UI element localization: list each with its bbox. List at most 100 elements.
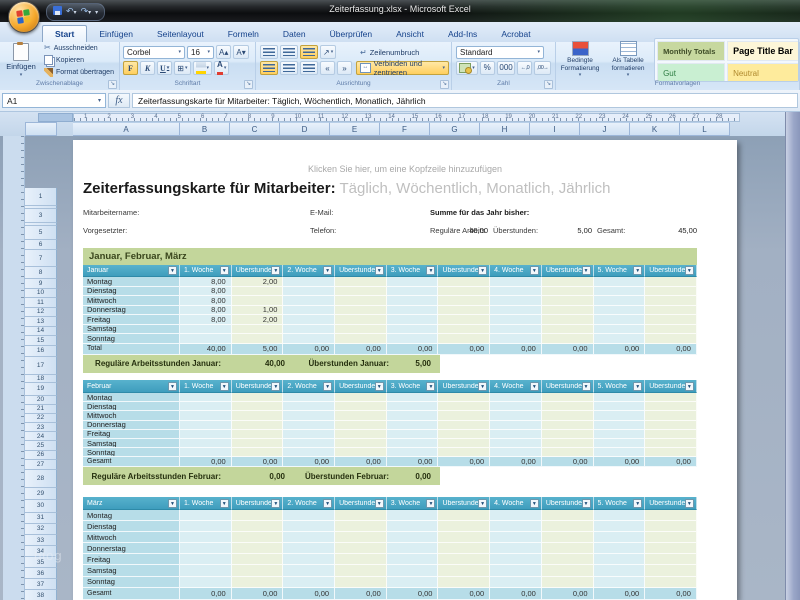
week-column-header[interactable]: Überstunde▼ xyxy=(335,497,387,510)
day-label[interactable]: Montag xyxy=(83,393,180,402)
cell[interactable] xyxy=(180,430,232,439)
filter-dropdown-icon[interactable]: ▼ xyxy=(271,382,280,391)
week-column-header[interactable]: 1. Woche▼ xyxy=(180,497,232,510)
font-size-dropdown-icon[interactable]: ▾ xyxy=(207,49,210,55)
cell[interactable] xyxy=(542,306,594,316)
cell[interactable] xyxy=(438,421,490,430)
cell[interactable]: 2,00 xyxy=(232,277,284,287)
cell[interactable] xyxy=(645,448,697,457)
cell[interactable] xyxy=(594,521,646,532)
total-cell[interactable]: 0,00 xyxy=(335,588,387,600)
week-column-header[interactable]: Überstunde▼ xyxy=(232,380,284,393)
cell[interactable] xyxy=(335,577,387,588)
conditional-formatting-button[interactable]: Bedingte Formatierung▾ xyxy=(556,41,604,79)
row-header-3[interactable]: 3 xyxy=(25,209,57,223)
total-cell[interactable]: 0,00 xyxy=(387,457,439,467)
save-button[interactable] xyxy=(53,5,62,19)
cell[interactable] xyxy=(645,421,697,430)
cell[interactable] xyxy=(283,430,335,439)
sheet-title[interactable]: Zeiterfassungskarte für Mitarbeiter: Täg… xyxy=(83,180,610,197)
week-column-header[interactable]: Überstunde▼ xyxy=(645,380,697,393)
column-header-K[interactable]: K xyxy=(630,122,680,136)
filter-dropdown-icon[interactable]: ▼ xyxy=(426,382,435,391)
cell[interactable] xyxy=(490,334,542,344)
filter-dropdown-icon[interactable]: ▼ xyxy=(582,266,591,275)
total-cell[interactable]: 0,00 xyxy=(283,457,335,467)
cell[interactable] xyxy=(232,325,284,335)
column-header-C[interactable]: C xyxy=(230,122,280,136)
cell[interactable] xyxy=(438,325,490,335)
bold-button[interactable]: F xyxy=(123,61,138,75)
total-cell[interactable]: 0,00 xyxy=(283,588,335,600)
cell[interactable] xyxy=(232,287,284,297)
cell[interactable] xyxy=(438,315,490,325)
cell[interactable] xyxy=(387,325,439,335)
cell[interactable]: 1,00 xyxy=(232,306,284,316)
cell[interactable] xyxy=(335,532,387,543)
cell[interactable] xyxy=(438,448,490,457)
cell[interactable] xyxy=(335,334,387,344)
row-header-32[interactable]: 32 xyxy=(25,524,57,535)
week-column-header[interactable]: Überstunde▼ xyxy=(645,497,697,510)
week-column-header[interactable]: Überstunde▼ xyxy=(335,265,387,277)
font-color-button[interactable]: A▾ xyxy=(214,61,229,75)
cell[interactable] xyxy=(387,287,439,297)
cell[interactable] xyxy=(232,577,284,588)
day-label[interactable]: Mittwoch xyxy=(83,532,180,543)
cell[interactable] xyxy=(180,402,232,411)
header-placeholder[interactable]: Klicken Sie hier, um eine Kopfzeile hinz… xyxy=(73,164,737,174)
day-label[interactable]: Samstag xyxy=(83,325,180,335)
cell[interactable] xyxy=(335,421,387,430)
week-column-header[interactable]: 2. Woche▼ xyxy=(283,380,335,393)
total-label[interactable]: Total xyxy=(83,344,180,355)
undo-button[interactable]: ↶▾ xyxy=(66,4,77,20)
cell[interactable] xyxy=(490,402,542,411)
cell[interactable] xyxy=(335,315,387,325)
name-box-dropdown-icon[interactable]: ▾ xyxy=(98,97,101,104)
row-header-30[interactable]: 30 xyxy=(25,500,57,513)
cell[interactable] xyxy=(490,325,542,335)
row-header-24[interactable]: 24 xyxy=(25,432,57,441)
qat-customize-button[interactable]: ▾ xyxy=(95,9,98,16)
cell[interactable] xyxy=(283,532,335,543)
filter-dropdown-icon[interactable]: ▼ xyxy=(220,499,229,508)
day-label[interactable]: Sonntag xyxy=(83,334,180,344)
percent-button[interactable]: % xyxy=(480,61,495,75)
cell[interactable] xyxy=(542,439,594,448)
cell[interactable] xyxy=(594,439,646,448)
filter-dropdown-icon[interactable]: ▼ xyxy=(220,382,229,391)
cell[interactable] xyxy=(335,411,387,420)
cell[interactable] xyxy=(438,543,490,554)
cell[interactable] xyxy=(490,306,542,316)
week-column-header[interactable]: 5. Woche▼ xyxy=(594,265,646,277)
filter-dropdown-icon[interactable]: ▼ xyxy=(633,266,642,275)
filter-dropdown-icon[interactable]: ▼ xyxy=(168,266,177,275)
font-name-select[interactable]: Corbel▾ xyxy=(123,46,185,59)
column-header-I[interactable]: I xyxy=(530,122,580,136)
total-cell[interactable]: 0,00 xyxy=(594,588,646,600)
cell[interactable] xyxy=(232,554,284,565)
tab-daten[interactable]: Daten xyxy=(271,26,318,42)
week-column-header[interactable]: Überstunde▼ xyxy=(542,497,594,510)
cell[interactable] xyxy=(283,421,335,430)
filter-dropdown-icon[interactable]: ▼ xyxy=(375,382,384,391)
cell[interactable] xyxy=(283,334,335,344)
cell[interactable] xyxy=(438,510,490,521)
format-painter-button[interactable]: Format übertragen xyxy=(42,67,114,78)
column-header-D[interactable]: D xyxy=(280,122,330,136)
cell[interactable] xyxy=(594,393,646,402)
cell[interactable] xyxy=(180,554,232,565)
cell[interactable] xyxy=(387,402,439,411)
total-label[interactable]: Gesamt xyxy=(83,588,180,600)
cell[interactable] xyxy=(645,402,697,411)
week-column-header[interactable]: 1. Woche▼ xyxy=(180,265,232,277)
cell[interactable] xyxy=(542,577,594,588)
cell[interactable] xyxy=(180,411,232,420)
month-name-header[interactable]: März▼ xyxy=(83,497,180,510)
cell[interactable] xyxy=(180,448,232,457)
cell[interactable] xyxy=(283,521,335,532)
total-cell[interactable]: 0,00 xyxy=(232,457,284,467)
day-label[interactable]: Donnerstag xyxy=(83,306,180,316)
week-column-header[interactable]: Überstunde▼ xyxy=(542,380,594,393)
font-name-dropdown-icon[interactable]: ▾ xyxy=(178,49,181,55)
